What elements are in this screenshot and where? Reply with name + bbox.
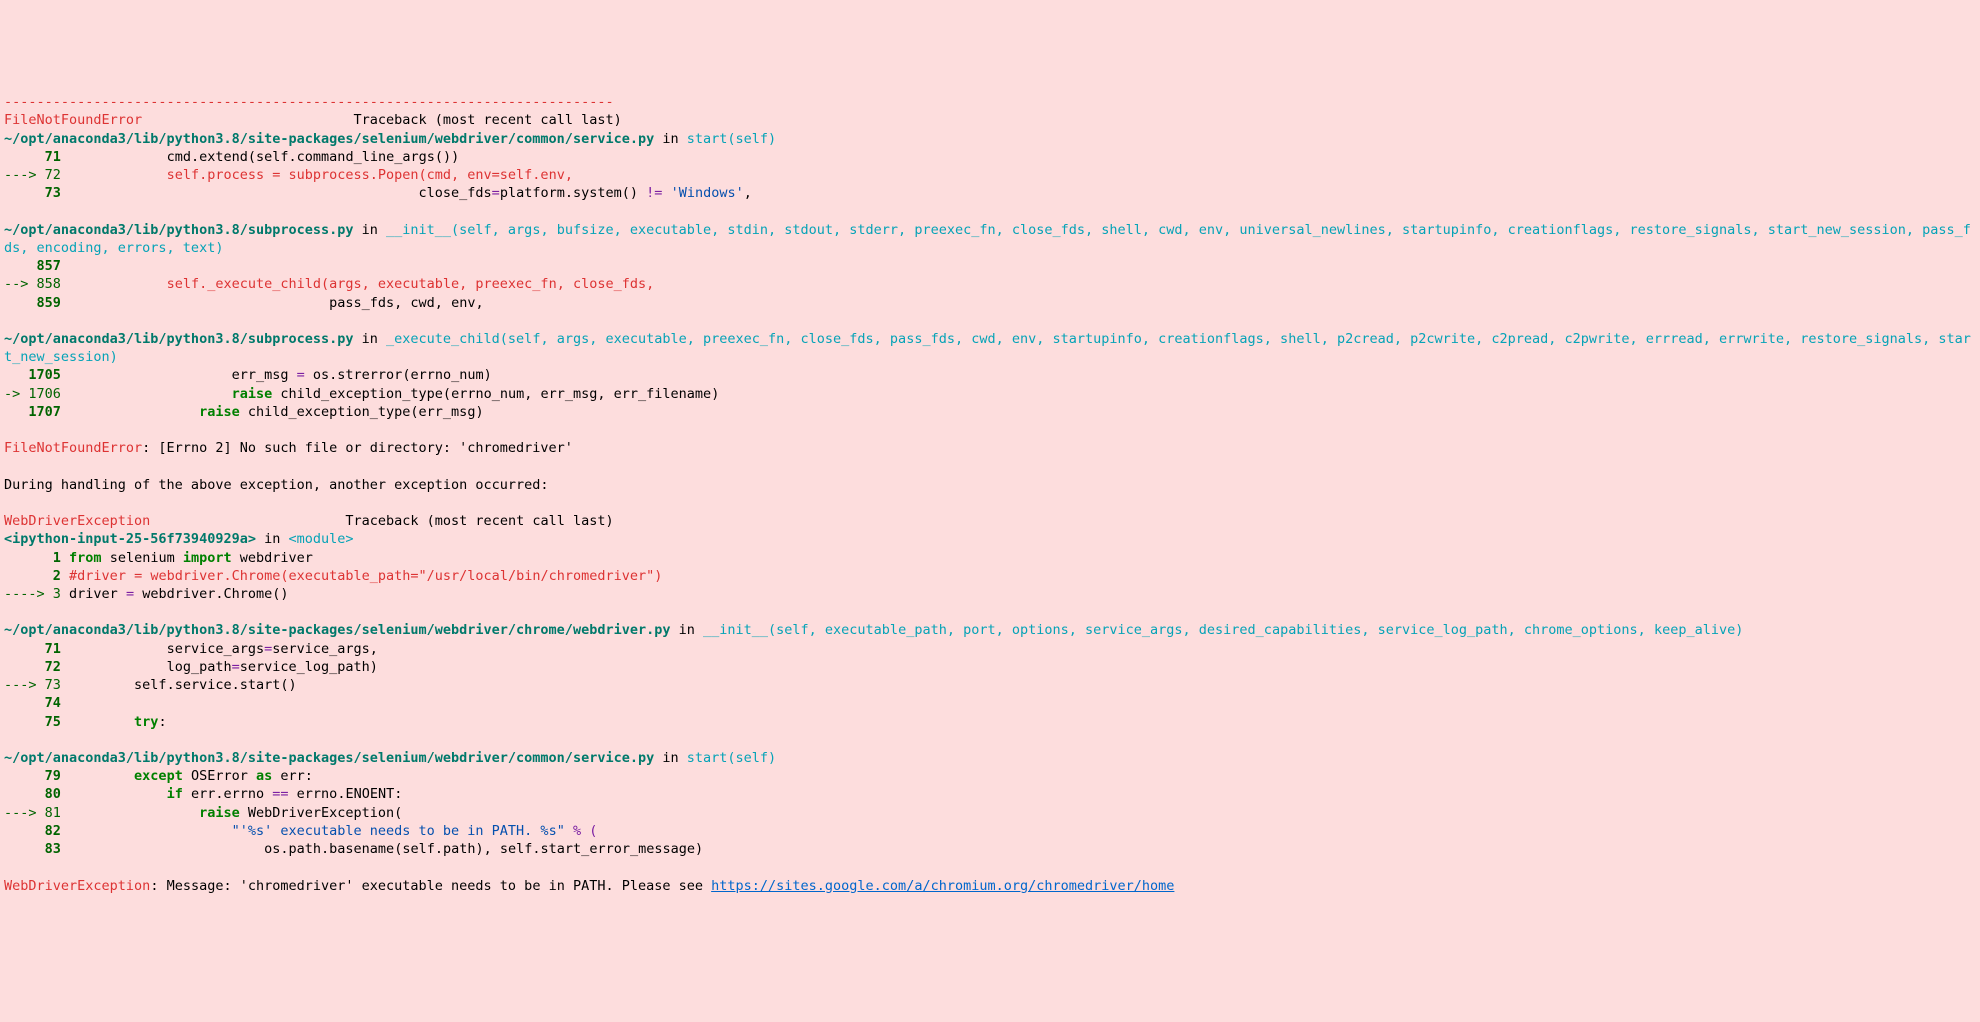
lineno-71b: 71 xyxy=(4,641,69,657)
error-name-2: WebDriverException xyxy=(4,513,150,529)
error-line-1: FileNotFoundError xyxy=(4,440,142,456)
arrow-858: --> 858 xyxy=(4,276,69,292)
lineno-2: 2 xyxy=(4,568,69,584)
error-line-2: WebDriverException xyxy=(4,878,150,894)
lineno-79: 79 xyxy=(4,768,69,784)
traceback-output: ----------------------------------------… xyxy=(0,73,1980,903)
lineno-82: 82 xyxy=(4,823,69,839)
arrow-72: ---> 72 xyxy=(4,167,69,183)
chromedriver-link[interactable]: https://sites.google.com/a/chromium.org/… xyxy=(711,878,1174,894)
lineno-1705: 1705 xyxy=(4,367,69,383)
lineno-71: 71 xyxy=(4,149,69,165)
frame6-func: start(self) xyxy=(687,750,776,766)
tb-header-1: Traceback (most recent call last) xyxy=(354,112,622,128)
arrow-73b: ---> 73 xyxy=(4,677,69,693)
frame4-func: <module> xyxy=(288,531,353,547)
arrow-1706: -> 1706 xyxy=(4,386,69,402)
frame6-path: ~/opt/anaconda3/lib/python3.8/site-packa… xyxy=(4,750,654,766)
frame1-path: ~/opt/anaconda3/lib/python3.8/site-packa… xyxy=(4,131,654,147)
frame5-path: ~/opt/anaconda3/lib/python3.8/site-packa… xyxy=(4,622,670,638)
frame3-path: ~/opt/anaconda3/lib/python3.8/subprocess… xyxy=(4,331,354,347)
tb-header-2: Traceback (most recent call last) xyxy=(345,513,613,529)
lineno-74: 74 xyxy=(4,695,69,711)
lineno-859: 859 xyxy=(4,295,69,311)
hr-line: ----------------------------------------… xyxy=(4,94,614,110)
frame4-path: <ipython-input-25-56f73940929a> xyxy=(4,531,256,547)
frame2-path: ~/opt/anaconda3/lib/python3.8/subprocess… xyxy=(4,222,354,238)
lineno-1707: 1707 xyxy=(4,404,69,420)
lineno-80: 80 xyxy=(4,786,69,802)
lineno-83: 83 xyxy=(4,841,69,857)
lineno-1: 1 xyxy=(4,550,69,566)
arrow-3: ----> 3 xyxy=(4,586,69,602)
lineno-857: 857 xyxy=(4,258,69,274)
arrow-81: ---> 81 xyxy=(4,805,69,821)
during-text: During handling of the above exception, … xyxy=(4,477,549,493)
frame1-func: start(self) xyxy=(687,131,776,147)
lineno-72b: 72 xyxy=(4,659,69,675)
frame5-func: __init__(self, executable_path, port, op… xyxy=(703,622,1743,638)
error-name-1: FileNotFoundError xyxy=(4,112,142,128)
lineno-73: 73 xyxy=(4,185,69,201)
lineno-75: 75 xyxy=(4,714,69,730)
